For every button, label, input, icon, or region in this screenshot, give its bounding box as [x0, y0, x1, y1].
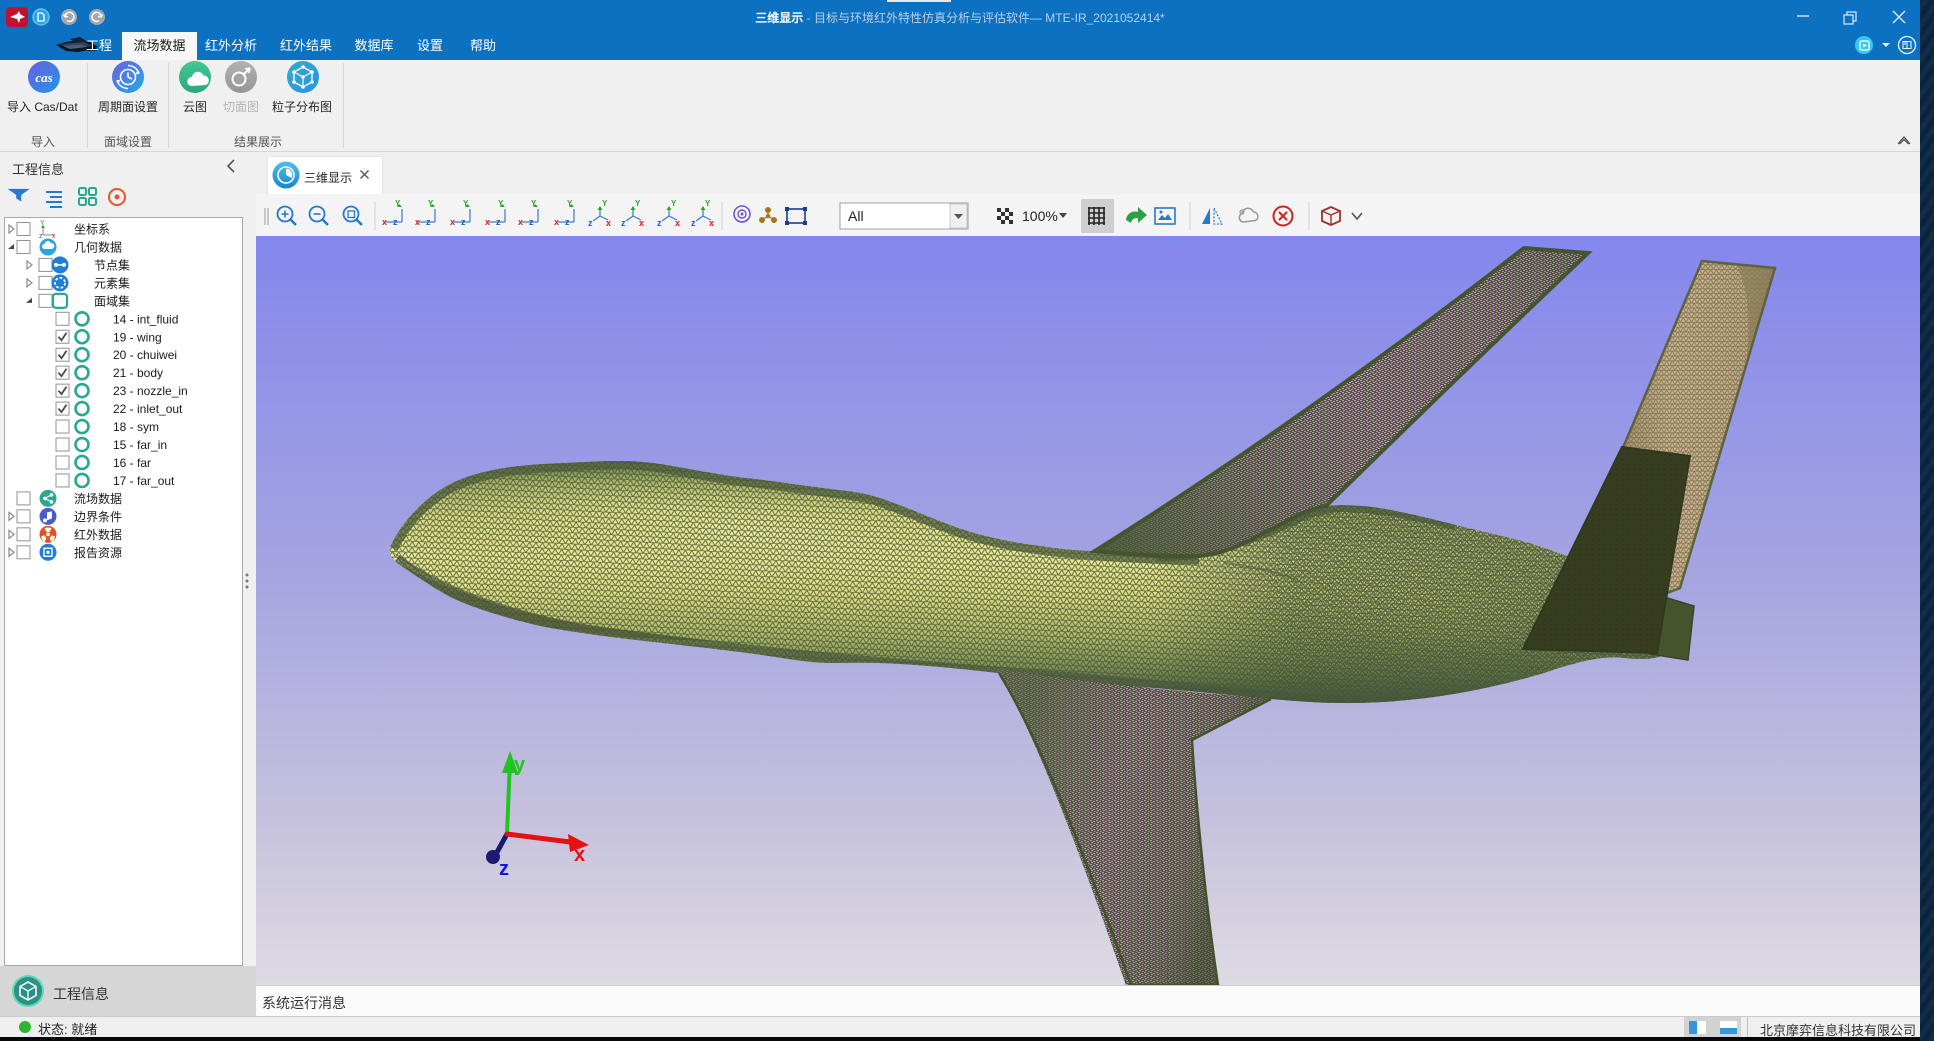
svg-text:x: x — [518, 217, 523, 227]
svg-text:cas: cas — [35, 70, 52, 85]
svg-text:18 - sym: 18 - sym — [113, 420, 159, 434]
svg-text:y: y — [514, 754, 526, 776]
svg-text:Y: Y — [635, 199, 641, 208]
svg-text:100%: 100% — [1022, 208, 1058, 224]
svg-text:x: x — [485, 217, 490, 227]
svg-text:All: All — [848, 208, 864, 224]
svg-text:Y: Y — [567, 199, 573, 208]
svg-text:z: z — [461, 217, 466, 227]
svg-text:z: z — [426, 217, 431, 227]
svg-text:x: x — [554, 217, 559, 227]
svg-text:z: z — [499, 858, 509, 880]
svg-text:16 - far: 16 - far — [113, 456, 151, 470]
svg-text:Y: Y — [40, 220, 45, 227]
svg-text:Y: Y — [671, 199, 677, 208]
svg-text:边界条件: 边界条件 — [74, 510, 122, 524]
svg-text:z: z — [657, 218, 662, 228]
svg-text:Y: Y — [602, 199, 608, 208]
svg-text:x: x — [450, 217, 455, 227]
svg-text:x: x — [574, 844, 585, 866]
svg-text:Y: Y — [463, 199, 469, 208]
svg-text:z: z — [565, 217, 570, 227]
svg-text:x: x — [639, 218, 644, 228]
svg-text:x: x — [415, 217, 420, 227]
svg-text:19 - wing: 19 - wing — [113, 330, 162, 344]
svg-text:21 - body: 21 - body — [113, 366, 163, 380]
svg-text:17 - far_out: 17 - far_out — [113, 474, 175, 488]
svg-text:面域集: 面域集 — [94, 293, 130, 308]
svg-text:节点集: 节点集 — [94, 257, 130, 272]
svg-text:x: x — [52, 233, 56, 240]
svg-text:z: z — [691, 218, 696, 228]
svg-text:z: z — [588, 218, 593, 228]
svg-text:流场数据: 流场数据 — [74, 491, 122, 506]
svg-text:z: z — [621, 218, 626, 228]
svg-text:23 - nozzle_in: 23 - nozzle_in — [113, 384, 188, 398]
svg-text:几何数据: 几何数据 — [74, 239, 122, 254]
svg-text:20 - chuiwei: 20 - chuiwei — [113, 348, 177, 362]
svg-text:x: x — [709, 218, 714, 228]
svg-text:报告资源: 报告资源 — [74, 545, 122, 560]
svg-text:红外数据: 红外数据 — [74, 527, 122, 542]
svg-text:z: z — [496, 217, 501, 227]
svg-text:Y: Y — [395, 199, 401, 208]
svg-text:22 - inlet_out: 22 - inlet_out — [113, 402, 183, 416]
svg-text:15 - far_in: 15 - far_in — [113, 438, 167, 452]
svg-text:Y: Y — [531, 199, 537, 208]
svg-text:Y: Y — [705, 199, 711, 208]
svg-text:14 - int_fluid: 14 - int_fluid — [113, 312, 178, 326]
svg-text:坐标系: 坐标系 — [74, 223, 110, 237]
svg-text:Y: Y — [498, 199, 504, 208]
svg-text:Y: Y — [428, 199, 434, 208]
svg-text:x: x — [606, 218, 611, 228]
svg-text:z: z — [529, 217, 534, 227]
svg-text:x: x — [382, 217, 387, 227]
svg-text:z: z — [393, 217, 398, 227]
svg-text:元素集: 元素集 — [94, 275, 130, 290]
svg-text:z: z — [39, 233, 43, 240]
svg-text:x: x — [675, 218, 680, 228]
